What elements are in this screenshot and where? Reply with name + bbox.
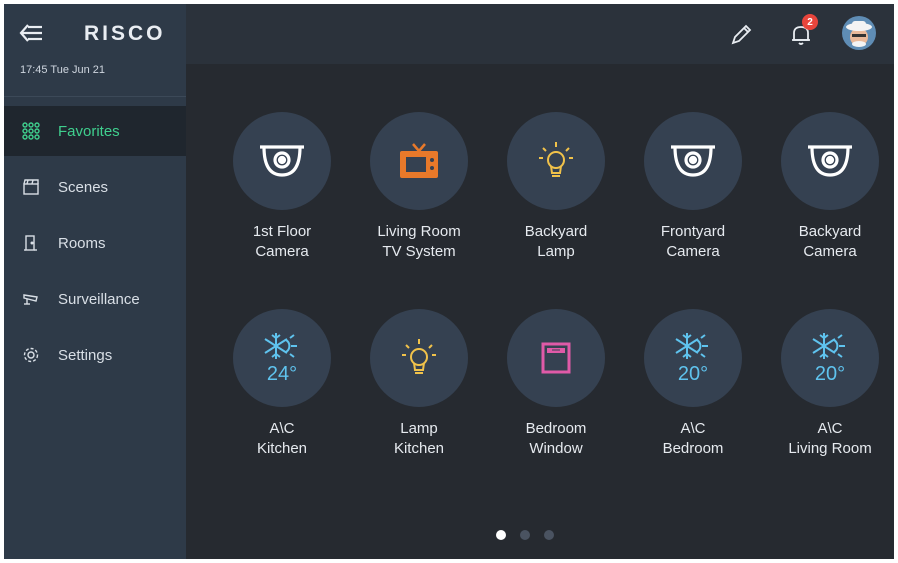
gear-icon (22, 346, 40, 364)
favorite-tile[interactable]: Backyard Camera (770, 112, 890, 262)
tile-label-line2: Bedroom (662, 440, 724, 457)
tile-label: Frontyard Camera (633, 222, 753, 262)
app-frame: RISCO 17:45 Tue Jun 21 Favorites Scenes … (4, 4, 894, 559)
sidebar-item-label: Surveillance (58, 290, 140, 308)
tile-label-line1: Backyard (798, 223, 862, 240)
clapperboard-icon (22, 178, 40, 196)
sidebar-item-label: Settings (58, 346, 113, 364)
tile-icon-circle (370, 112, 468, 210)
grid-icon (22, 122, 40, 140)
page-dot-3[interactable] (544, 530, 554, 540)
sidebar-item-favorites[interactable]: Favorites (4, 106, 186, 156)
favorites-grid: 1st Floor Camera Living Room TV System Backy… (186, 64, 894, 559)
tile-label-line2: Kitchen (393, 440, 445, 457)
sidebar-item-rooms[interactable]: Rooms (4, 218, 186, 268)
tile-icon-circle: 24° (233, 309, 331, 407)
snowflake-sun-icon (262, 331, 302, 361)
top-bar: 2 (186, 4, 894, 64)
tile-label: A\C Bedroom (633, 419, 753, 459)
tv-icon (397, 141, 441, 181)
tile-label-line1: Backyard (524, 223, 588, 240)
snowflake-sun-icon (810, 331, 850, 361)
brand-header: RISCO 17:45 Tue Jun 21 (4, 4, 186, 97)
bulb-icon (534, 138, 578, 184)
sidebar-nav: Favorites Scenes Rooms Surveillance Sett… (4, 106, 186, 386)
tile-label-line2: Camera (803, 243, 857, 260)
tile-label-line2: Camera (255, 243, 309, 260)
favorite-tile[interactable]: Lamp Kitchen (359, 309, 479, 459)
tile-label-line1: Living Room (377, 223, 461, 240)
favorite-tile[interactable]: 24° A\C Kitchen (222, 309, 342, 459)
cctv-icon (22, 290, 40, 308)
favorite-tile[interactable]: 20° A\C Bedroom (633, 309, 753, 459)
sidebar-item-settings[interactable]: Settings (4, 330, 186, 380)
tile-icon-circle (507, 309, 605, 407)
tile-icon-circle (233, 112, 331, 210)
pagination-dots (496, 530, 554, 540)
tile-label: A\C Kitchen (222, 419, 342, 459)
tile-label-line2: Window (529, 440, 583, 457)
tile-label-line1: A\C (817, 420, 843, 437)
back-arrow-icon[interactable] (18, 22, 44, 44)
bulb-icon (397, 335, 441, 381)
tile-label-line1: Frontyard (660, 223, 726, 240)
sidebar-item-scenes[interactable]: Scenes (4, 162, 186, 212)
tile-icon-circle: 20° (781, 309, 879, 407)
tile-label-line2: Living Room (788, 440, 872, 457)
window-icon (536, 338, 576, 378)
favorite-tile[interactable]: Bedroom Window (496, 309, 616, 459)
tile-label-line1: 1st Floor (252, 223, 312, 240)
favorite-tile[interactable]: 20° A\C Living Room (770, 309, 890, 459)
snowflake-sun-icon (673, 331, 713, 361)
tile-label-line1: Bedroom (525, 420, 587, 437)
sidebar-item-label: Rooms (58, 234, 106, 252)
dome-camera-icon (802, 137, 858, 185)
favorite-tile[interactable]: Backyard Lamp (496, 112, 616, 262)
avatar[interactable] (842, 16, 876, 50)
tile-label-line1: A\C (269, 420, 295, 437)
favorite-tile[interactable]: Frontyard Camera (633, 112, 753, 262)
favorite-tile[interactable]: 1st Floor Camera (222, 112, 342, 262)
tile-label: Living Room TV System (359, 222, 479, 262)
sidebar-item-label: Favorites (58, 122, 120, 140)
page-dot-1[interactable] (496, 530, 506, 540)
notifications-button[interactable]: 2 (786, 14, 818, 50)
pencil-icon[interactable] (726, 20, 756, 50)
notification-badge: 2 (802, 14, 818, 30)
tile-label-line1: A\C (680, 420, 706, 437)
door-icon (22, 234, 40, 252)
temperature-value: 20° (814, 362, 846, 385)
tile-icon-circle (507, 112, 605, 210)
tile-label-line2: Camera (666, 243, 720, 260)
dome-camera-icon (665, 137, 721, 185)
temperature-value: 20° (677, 362, 709, 385)
favorite-tile[interactable]: Living Room TV System (359, 112, 479, 262)
dome-camera-icon (254, 137, 310, 185)
tile-label: Backyard Lamp (496, 222, 616, 262)
sidebar-item-label: Scenes (58, 178, 109, 196)
temperature-value: 24° (266, 362, 298, 385)
risco-logo: RISCO (84, 22, 166, 45)
tile-label-line1: Lamp (400, 420, 438, 437)
tile-icon-circle: 20° (644, 309, 742, 407)
sidebar: RISCO 17:45 Tue Jun 21 Favorites Scenes … (4, 4, 186, 559)
tile-label: Bedroom Window (496, 419, 616, 459)
page-dot-2[interactable] (520, 530, 530, 540)
tile-icon-circle (781, 112, 879, 210)
tile-icon-circle (370, 309, 468, 407)
tile-icon-circle (644, 112, 742, 210)
tile-label-line2: Lamp (537, 243, 575, 260)
sidebar-item-surveillance[interactable]: Surveillance (4, 274, 186, 324)
tile-label: A\C Living Room (770, 419, 890, 459)
tile-label: Backyard Camera (770, 222, 890, 262)
tile-label: 1st Floor Camera (222, 222, 342, 262)
date-time: 17:45 Tue Jun 21 (20, 64, 106, 76)
tile-label-line2: TV System (382, 243, 456, 260)
tile-label: Lamp Kitchen (359, 419, 479, 459)
tile-label-line2: Kitchen (256, 440, 308, 457)
